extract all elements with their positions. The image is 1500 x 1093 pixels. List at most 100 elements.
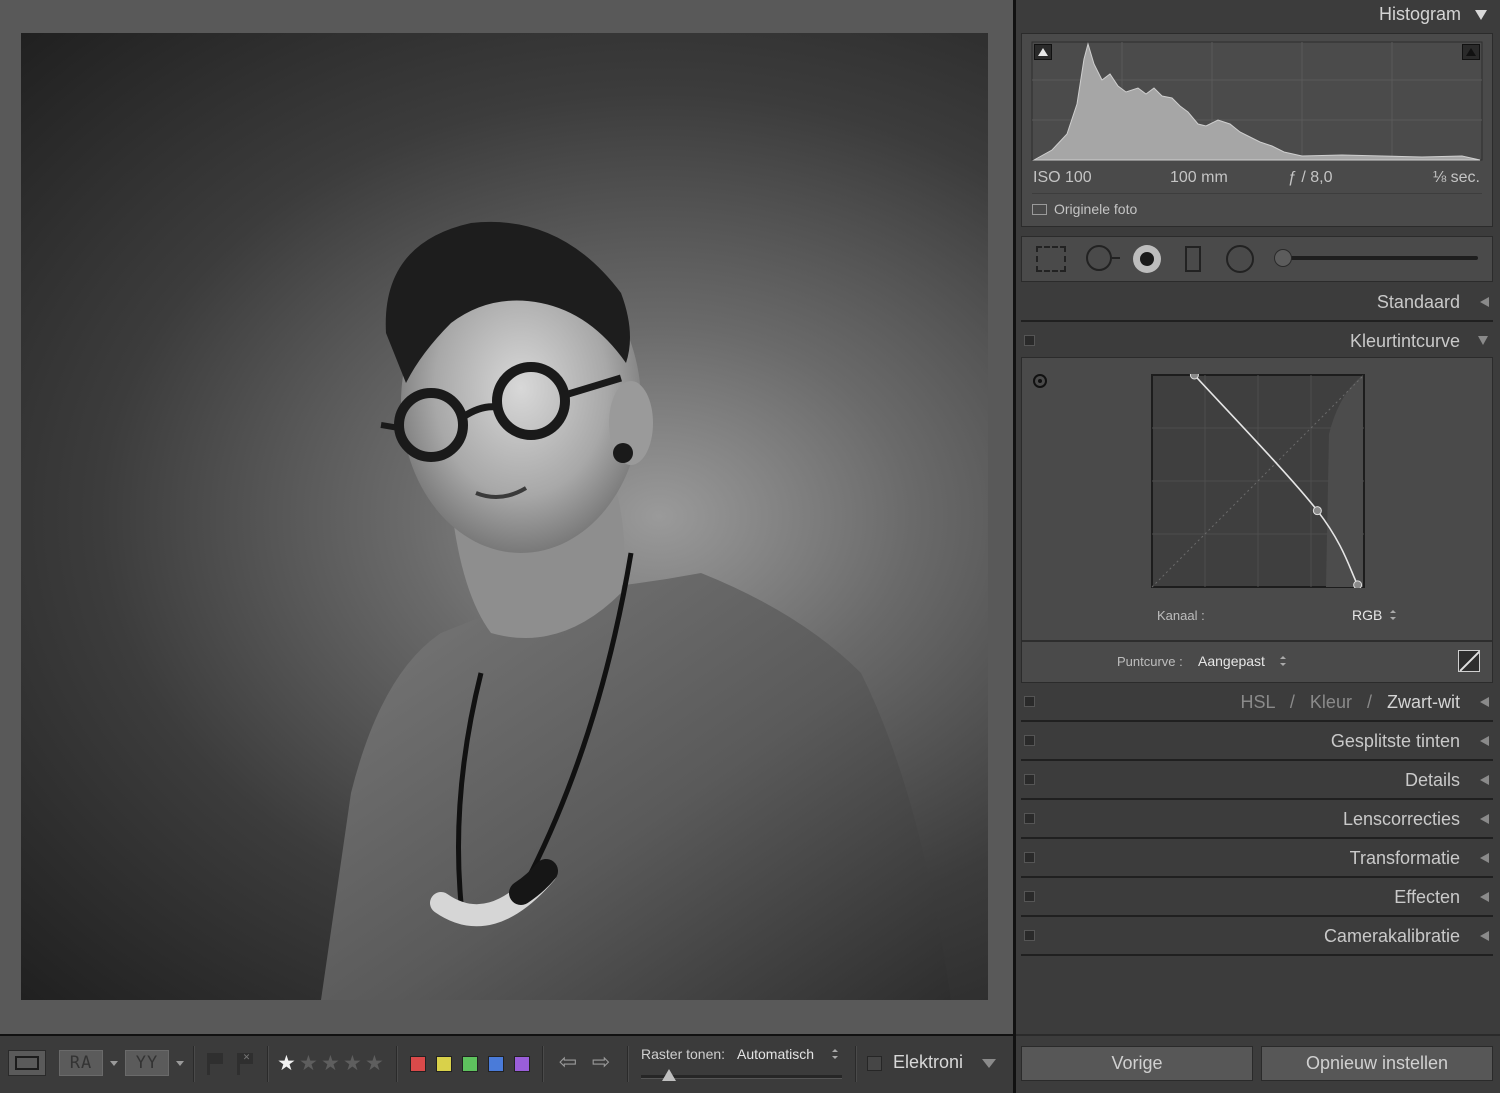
kanaal-label: Kanaal : bbox=[1157, 608, 1205, 623]
color-label-swatch[interactable] bbox=[410, 1056, 426, 1072]
original-photo-checkbox[interactable] bbox=[1032, 204, 1047, 215]
rating-star-icon[interactable]: ★ bbox=[299, 1049, 318, 1077]
before-after-button[interactable]: RA bbox=[59, 1050, 103, 1076]
spot-removal-icon[interactable] bbox=[1086, 245, 1120, 271]
panel-lenscorrecties-label: Lenscorrecties bbox=[1342, 809, 1460, 829]
previous-settings-button[interactable]: Vorige bbox=[1021, 1046, 1253, 1081]
expand-arrow-icon bbox=[1480, 775, 1489, 785]
color-label-swatch[interactable] bbox=[514, 1056, 530, 1072]
highlight-clipping-icon[interactable] bbox=[1462, 44, 1480, 60]
puntcurve-stepper-icon[interactable] bbox=[1280, 656, 1286, 666]
before-after-split-button[interactable]: YY bbox=[125, 1050, 169, 1076]
rating-star-icon[interactable]: ★ bbox=[343, 1049, 362, 1077]
brush-size-thumb[interactable] bbox=[1274, 249, 1292, 267]
flag-icon[interactable] bbox=[207, 1053, 225, 1075]
reset-button[interactable]: Opnieuw instellen bbox=[1261, 1046, 1493, 1081]
tab-kleur[interactable]: Kleur bbox=[1310, 692, 1352, 712]
panel-effecten[interactable]: Effecten bbox=[1021, 879, 1493, 917]
panel-toggle-switch[interactable] bbox=[1024, 696, 1035, 707]
histogram-panel: ISO 100 100 mm ƒ / 8,0 ⅛ sec. Originele … bbox=[1021, 33, 1493, 227]
histogram-collapse-icon[interactable] bbox=[1475, 10, 1487, 20]
focal-readout: 100 mm bbox=[1170, 169, 1228, 186]
kanaal-value[interactable]: RGB bbox=[1352, 607, 1382, 623]
panel-toggle-switch[interactable] bbox=[1024, 930, 1035, 941]
curve-separator bbox=[1022, 640, 1492, 642]
toolbar-checkbox[interactable] bbox=[867, 1056, 882, 1071]
panel-details-label: Details bbox=[1404, 770, 1460, 790]
raster-slider-thumb[interactable] bbox=[662, 1069, 677, 1081]
panel-standaard[interactable]: Standaard bbox=[1021, 284, 1493, 322]
panel-details[interactable]: Details bbox=[1021, 762, 1493, 800]
before-after-dropdown-icon[interactable] bbox=[110, 1061, 118, 1066]
puntcurve-label: Puntcurve : bbox=[1117, 654, 1183, 669]
toolbar-dropdown-value[interactable]: Elektroni bbox=[893, 1052, 969, 1073]
toolbar-options-icon[interactable] bbox=[982, 1059, 996, 1068]
expand-arrow-icon bbox=[1480, 892, 1489, 902]
color-label-swatch[interactable] bbox=[462, 1056, 478, 1072]
brush-size-track[interactable] bbox=[1280, 256, 1478, 260]
panel-standaard-label: Standaard bbox=[1376, 292, 1460, 312]
aperture-readout: ƒ / 8,0 bbox=[1288, 169, 1333, 186]
tone-curve-graph[interactable] bbox=[1151, 374, 1365, 588]
expand-arrow-icon bbox=[1480, 814, 1489, 824]
previous-photo-icon[interactable]: ⇦ bbox=[555, 1051, 581, 1075]
curve-control-point[interactable] bbox=[1353, 580, 1363, 588]
next-photo-icon[interactable]: ⇨ bbox=[588, 1051, 614, 1075]
panel-toggle-switch[interactable] bbox=[1024, 852, 1035, 863]
bottom-bar-separator bbox=[1016, 1034, 1500, 1036]
reject-flag-icon[interactable]: ✕ bbox=[237, 1053, 255, 1075]
iso-readout: ISO 100 bbox=[1033, 169, 1092, 186]
panel-toggle-switch[interactable] bbox=[1024, 335, 1035, 346]
rating-star-icon[interactable]: ★ bbox=[277, 1049, 296, 1077]
panel-toggle-switch[interactable] bbox=[1024, 813, 1035, 824]
histogram-title[interactable]: Histogram bbox=[1330, 4, 1461, 25]
panel-toggle-switch[interactable] bbox=[1024, 774, 1035, 785]
expand-arrow-icon bbox=[1480, 697, 1489, 707]
target-adjust-icon[interactable] bbox=[1033, 374, 1047, 388]
split-dropdown-icon[interactable] bbox=[176, 1061, 184, 1066]
tone-curve-panel: Kanaal : RGB Puntcurve : Aangepast bbox=[1021, 357, 1493, 683]
photo[interactable] bbox=[21, 33, 988, 1000]
puntcurve-value[interactable]: Aangepast bbox=[1198, 653, 1265, 669]
expand-arrow-icon bbox=[1480, 931, 1489, 941]
loupe-view-button[interactable] bbox=[8, 1050, 46, 1076]
raster-value[interactable]: Automatisch bbox=[737, 1046, 814, 1062]
expand-arrow-icon bbox=[1480, 853, 1489, 863]
color-label-swatch[interactable] bbox=[436, 1056, 452, 1072]
panel-kleurtintcurve-label: Kleurtintcurve bbox=[1349, 331, 1460, 351]
raster-stepper-icon[interactable] bbox=[832, 1049, 838, 1059]
tab-hsl[interactable]: HSL bbox=[1241, 692, 1275, 712]
tab-zwart-wit[interactable]: Zwart-wit bbox=[1387, 692, 1460, 712]
panel-gesplitste-tinten-label: Gesplitste tinten bbox=[1330, 731, 1460, 751]
rating-star-icon[interactable]: ★ bbox=[365, 1049, 384, 1077]
tab-separator: / bbox=[1366, 692, 1372, 712]
histogram-separator bbox=[1032, 193, 1482, 194]
graduated-filter-icon[interactable] bbox=[1185, 246, 1201, 272]
original-photo-label[interactable]: Originele foto bbox=[1054, 201, 1137, 217]
panel-toggle-switch[interactable] bbox=[1024, 891, 1035, 902]
radial-filter-icon[interactable] bbox=[1226, 245, 1254, 273]
histogram-graph[interactable] bbox=[1022, 34, 1492, 164]
point-curve-edit-icon[interactable] bbox=[1458, 650, 1480, 672]
expand-arrow-icon bbox=[1480, 297, 1489, 307]
color-label-swatch[interactable] bbox=[488, 1056, 504, 1072]
panel-transformatie[interactable]: Transformatie bbox=[1021, 840, 1493, 878]
crop-tool-icon[interactable] bbox=[1036, 246, 1066, 272]
panel-gesplitste-tinten[interactable]: Gesplitste tinten bbox=[1021, 723, 1493, 761]
shutter-readout: ⅛ sec. bbox=[1432, 169, 1480, 186]
shadow-clipping-icon[interactable] bbox=[1034, 44, 1052, 60]
panel-toggle-switch[interactable] bbox=[1024, 735, 1035, 746]
red-eye-icon[interactable] bbox=[1133, 245, 1161, 273]
panel-hsl[interactable]: HSL / Kleur / Zwart-wit bbox=[1021, 684, 1493, 722]
raster-label: Raster tonen: bbox=[641, 1046, 726, 1062]
panel-kleurtintcurve[interactable]: Kleurtintcurve bbox=[1021, 323, 1493, 361]
kanaal-stepper-icon[interactable] bbox=[1390, 610, 1396, 620]
panel-camerakalibratie-label: Camerakalibratie bbox=[1323, 926, 1460, 946]
curve-control-point[interactable] bbox=[1189, 374, 1199, 380]
panel-camerakalibratie[interactable]: Camerakalibratie bbox=[1021, 918, 1493, 956]
curve-control-point[interactable] bbox=[1312, 506, 1322, 516]
loupe-view-icon bbox=[15, 1056, 39, 1070]
rating-star-icon[interactable]: ★ bbox=[321, 1049, 340, 1077]
panel-lenscorrecties[interactable]: Lenscorrecties bbox=[1021, 801, 1493, 839]
panel-effecten-label: Effecten bbox=[1394, 887, 1460, 907]
